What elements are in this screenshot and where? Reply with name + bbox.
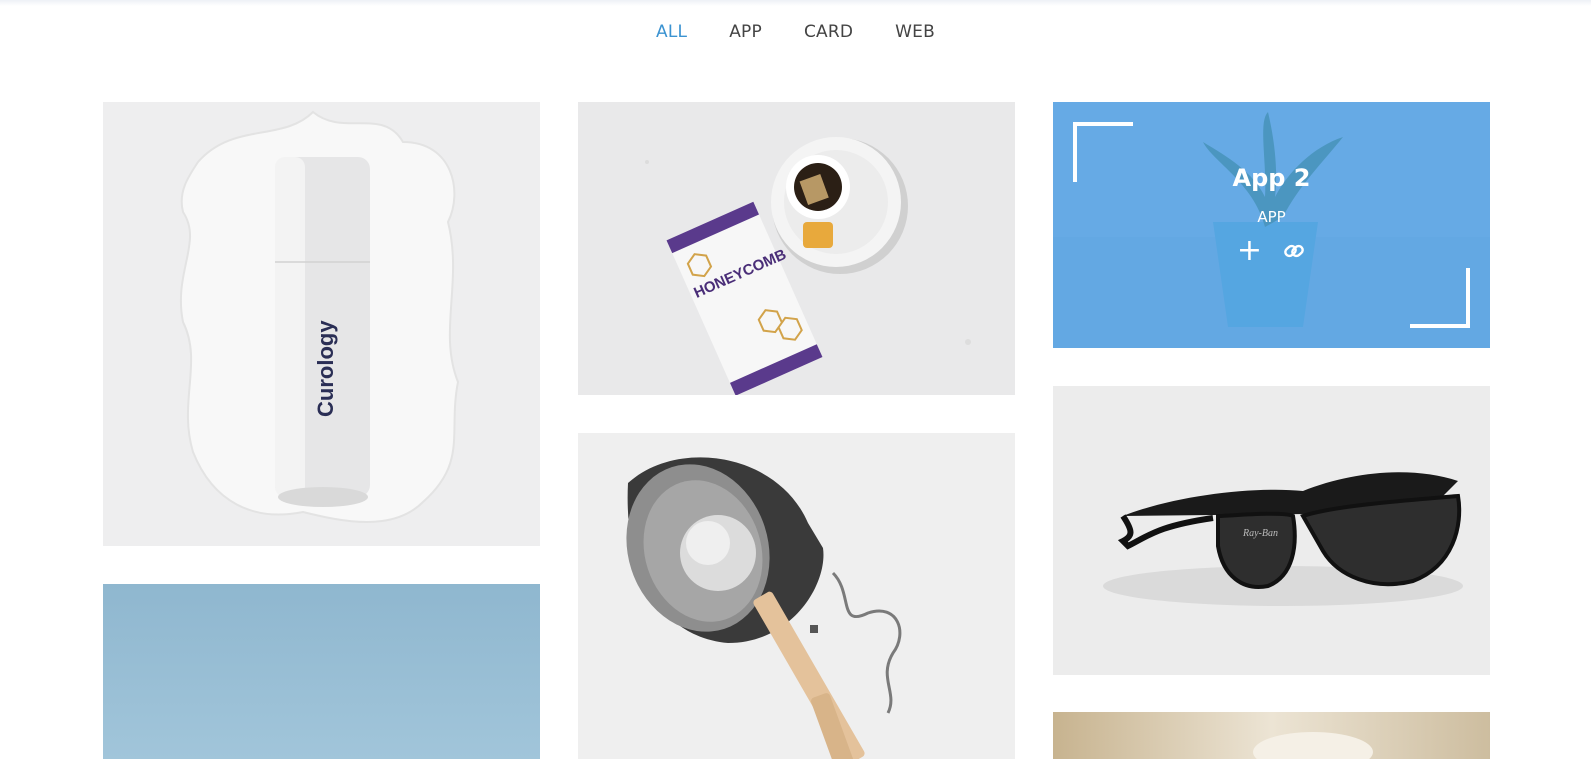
portfolio-filters: ALL APP CARD WEB (0, 18, 1591, 46)
portfolio-item-wood[interactable] (1053, 712, 1490, 759)
portfolio-item-title: App 2 (1232, 164, 1311, 192)
portfolio-item-honeycomb[interactable]: HONEYCOMB (578, 102, 1015, 395)
filter-app[interactable]: APP (708, 18, 783, 46)
portfolio-item-bottle[interactable]: Curology (103, 102, 540, 546)
hover-overlay: App 2 APP + (1053, 102, 1490, 348)
filter-all[interactable]: ALL (635, 18, 708, 46)
blue-image (103, 584, 540, 759)
bottle-image: Curology (103, 102, 540, 546)
link-icon[interactable] (1281, 238, 1307, 264)
bottle-brand-text: Curology (313, 320, 338, 417)
honeycomb-image: HONEYCOMB (578, 102, 1015, 395)
portfolio-item-category: APP (1257, 208, 1286, 226)
portfolio-item-lamp[interactable] (578, 433, 1015, 759)
portfolio-item-sunglasses[interactable]: Ray-Ban (1053, 386, 1490, 675)
lamp-image (578, 433, 1015, 759)
sunglasses-brand-text: Ray-Ban (1242, 528, 1278, 539)
sunglasses-image: Ray-Ban (1053, 386, 1490, 675)
portfolio-item-blue[interactable] (103, 584, 540, 759)
filter-web[interactable]: WEB (874, 18, 956, 46)
overlay-actions: + (1053, 236, 1490, 266)
overlay-corner-bottom-right (1410, 268, 1470, 328)
plus-icon[interactable]: + (1237, 236, 1263, 266)
portfolio-item-plant[interactable]: App 2 APP + (1053, 102, 1490, 348)
header-shadow (0, 0, 1591, 6)
filter-card[interactable]: CARD (783, 18, 874, 46)
wood-image (1053, 712, 1490, 759)
